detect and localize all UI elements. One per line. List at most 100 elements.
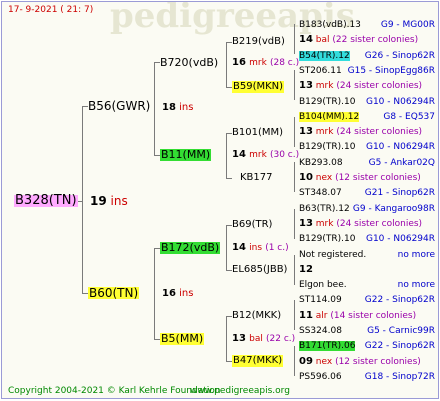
ancestor-name[interactable]: B129(TR).10 — [299, 97, 355, 107]
ancestor-index[interactable]: G18 - Sinop72R — [365, 371, 435, 383]
ancestor-index[interactable]: G8 - EQ537 — [383, 111, 435, 123]
queen-b59[interactable]: B59(MKN) — [232, 81, 285, 93]
ancestor-entry: KB293.08 G5 - Ankar02Q — [299, 157, 435, 169]
branch-line — [294, 346, 295, 376]
sister-colony-info: 10 nex (12 sister colonies) — [299, 172, 435, 184]
pedigree-chart: 17- 9-2021 ( 21: 7) pedigreeapis B328(TN… — [1, 1, 439, 399]
ancestor-index[interactable]: G10 - N06294R — [366, 141, 435, 153]
sister-colonies-count: (24 sister colonies) — [333, 218, 423, 229]
branch-line — [154, 248, 155, 340]
sister-colony-info: 09 nex (12 sister colonies) — [299, 356, 435, 368]
sister-colonies-count: (12 sister colonies) — [332, 356, 421, 367]
site-link[interactable]: www.pedigreeapis.org — [190, 385, 290, 397]
queen-b720[interactable]: B720(vdB) — [160, 57, 218, 69]
ancestor-index[interactable]: G9 - MG00R — [381, 19, 435, 31]
queen-b56[interactable]: B56(GWR) — [88, 100, 150, 112]
branch-line — [226, 225, 227, 271]
timestamp: 17- 9-2021 ( 21: 7) — [8, 5, 94, 15]
ancestor-index[interactable]: G21 - Sinop62R — [365, 187, 435, 199]
branch-line — [294, 209, 295, 239]
queen-b69[interactable]: B69(TR) — [232, 219, 272, 231]
gen-info-b5: 13 bal (22 c.) — [232, 333, 296, 344]
copyright-text: Copyright 2004-2021 © Karl Kehrle Founda… — [8, 386, 221, 396]
insemination-type: alr — [312, 310, 328, 321]
ancestor-index[interactable]: G22 - Sinop62R — [365, 340, 435, 352]
queen-el685[interactable]: EL685(JBB) — [232, 264, 287, 276]
ancestor-entry: Not registered. no more — [299, 249, 435, 261]
queen-b12[interactable]: B12(MKK) — [232, 310, 281, 322]
branch-line — [294, 300, 295, 330]
ancestor-index[interactable]: G22 - Sinop62R — [365, 294, 435, 306]
queen-b219[interactable]: B219(vdB) — [232, 36, 285, 48]
sister-colony-info: 11 alr (14 sister colonies) — [299, 310, 435, 322]
generation-number: 13 — [299, 126, 313, 138]
sister-colonies-count: (22 sister colonies) — [329, 35, 419, 46]
ancestor-name[interactable]: B183(vdB).13 — [299, 20, 361, 30]
branch-line — [294, 255, 295, 285]
ancestor-name[interactable]: B171(TR).06 — [299, 341, 356, 352]
branch-line — [226, 133, 227, 179]
sister-colonies-count: (12 sister colonies) — [332, 173, 421, 183]
branch-line — [82, 106, 83, 294]
queen-b47[interactable]: B47(MKK) — [232, 355, 284, 367]
insemination-type: nex — [312, 356, 333, 367]
root-queen[interactable]: B328(TN) — [14, 194, 78, 207]
branch-line — [294, 117, 295, 147]
queen-b5[interactable]: B5(MM) — [160, 333, 205, 345]
ancestor-entry: B183(vdB).13 G9 - MG00R — [299, 19, 435, 31]
gen-info-b172: 14 ins (1 c.) — [232, 242, 289, 253]
branch-line — [226, 42, 227, 88]
ancestor-index[interactable]: G5 - Carnic99R — [367, 325, 435, 337]
queen-b60[interactable]: B60(TN) — [88, 287, 140, 299]
generation-number: 14 — [299, 34, 313, 46]
ancestor-index[interactable]: G15 - SinopEgg86R — [348, 65, 435, 77]
ancestor-entry: ST206.11 G15 - SinopEgg86R — [299, 65, 435, 77]
ancestor-entry: ST114.09 G22 - Sinop62R — [299, 294, 435, 306]
ancestor-name[interactable]: KB293.08 — [299, 158, 343, 168]
ancestor-name[interactable]: B54(TR).12 — [299, 50, 350, 61]
ancestor-name[interactable]: Not registered. — [299, 250, 366, 260]
generation-number: 10 — [299, 172, 313, 183]
branch-line — [226, 316, 227, 362]
ancestor-entry: SS324.08 G5 - Carnic99R — [299, 325, 435, 337]
ancestor-index[interactable]: G9 - Kangaroo98R — [353, 203, 435, 215]
ancestor-entry: B129(TR).10 G10 - N06294R — [299, 141, 435, 153]
sister-colonies-count: (14 sister colonies) — [327, 310, 417, 321]
ancestor-name[interactable]: ST114.09 — [299, 295, 342, 305]
ancestor-name[interactable]: ST206.11 — [299, 66, 342, 76]
ancestor-name[interactable]: Elgon bee. — [299, 280, 347, 290]
ancestor-entry: ST348.07 G21 - Sinop62R — [299, 187, 435, 199]
branch-line — [226, 178, 232, 179]
ancestor-index[interactable]: no more — [398, 249, 435, 261]
ancestor-entry: B63(TR).12 G9 - Kangaroo98R — [299, 203, 435, 215]
generation-number: 12 — [299, 263, 313, 275]
ancestor-index[interactable]: G10 - N06294R — [366, 233, 435, 245]
queen-b11[interactable]: B11(MM) — [160, 149, 212, 161]
branch-line — [294, 70, 295, 100]
insemination-type: bal — [312, 35, 330, 46]
gen-info-root: 19 ins — [90, 194, 128, 208]
ancestor-name[interactable]: SS324.08 — [299, 326, 342, 336]
ancestor-name[interactable]: PS596.06 — [299, 372, 342, 382]
queen-kb177[interactable]: KB177 — [240, 172, 273, 184]
gen-info-b56: 18 ins — [162, 102, 194, 113]
branch-line — [154, 62, 155, 156]
ancestor-name[interactable]: B129(TR).10 — [299, 142, 355, 152]
queen-b101[interactable]: B101(MM) — [232, 127, 283, 139]
ancestor-entry: B171(TR).06 G22 - Sinop62R — [299, 340, 435, 352]
ancestor-entry: Elgon bee. no more — [299, 279, 435, 291]
sister-colony-info: 13 mrk (24 sister colonies) — [299, 218, 435, 230]
queen-b172[interactable]: B172(vdB) — [160, 242, 221, 254]
ancestor-index[interactable]: G5 - Ankar02Q — [369, 157, 435, 169]
gen-info-b11: 14 mrk (30 c.) — [232, 149, 300, 160]
ancestor-name[interactable]: B63(TR).12 — [299, 204, 350, 214]
ancestor-index[interactable]: G10 - N06294R — [366, 96, 435, 108]
ancestor-index[interactable]: no more — [398, 279, 435, 291]
ancestor-name[interactable]: ST348.07 — [299, 188, 342, 198]
generation-number: 11 — [299, 309, 313, 321]
ancestor-entry: B129(TR).10 G10 - N06294R — [299, 233, 435, 245]
ancestor-entry: PS596.06 G18 - Sinop72R — [299, 371, 435, 383]
ancestor-name[interactable]: B129(TR).10 — [299, 234, 355, 244]
ancestor-index[interactable]: G26 - Sinop62R — [365, 50, 435, 62]
ancestor-name[interactable]: B104(MM).12 — [299, 111, 360, 122]
